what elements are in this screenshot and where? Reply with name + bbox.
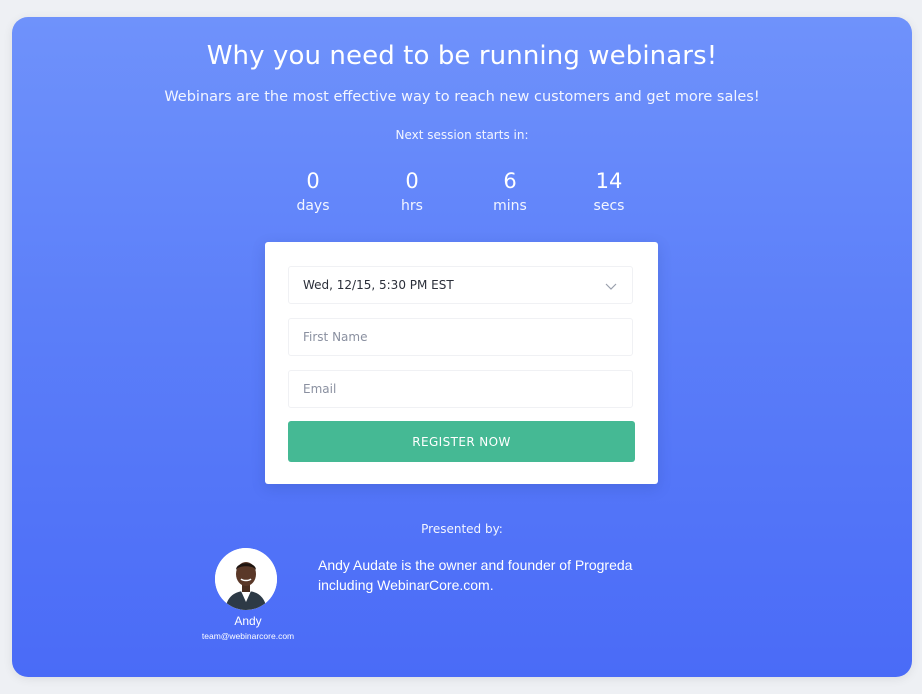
chevron-down-icon	[605, 283, 617, 290]
presented-by-heading: Presented by:	[421, 522, 503, 536]
email-input[interactable]	[303, 382, 618, 396]
countdown-hours-label: hrs	[401, 198, 423, 214]
register-button[interactable]: REGISTER NOW	[288, 421, 635, 462]
countdown-minutes: 6 mins	[465, 169, 555, 214]
email-field[interactable]	[288, 370, 633, 408]
countdown-timer: 0 days 0 hrs 6 mins 14 secs	[265, 169, 659, 229]
countdown-seconds-label: secs	[593, 198, 625, 214]
countdown-days-value: 0	[306, 169, 320, 193]
countdown-seconds-value: 14	[595, 169, 623, 193]
registration-form: Wed, 12/15, 5:30 PM EST REGISTER NOW	[265, 242, 658, 484]
presenter-photo	[215, 548, 277, 610]
session-select-value: Wed, 12/15, 5:30 PM EST	[303, 278, 454, 292]
presenter-bio: Andy Audate is the owner and founder of …	[318, 557, 633, 593]
next-session-label: Next session starts in:	[395, 128, 529, 142]
first-name-input[interactable]	[303, 330, 618, 344]
page-subtitle: Webinars are the most effective way to r…	[164, 89, 760, 105]
countdown-days-label: days	[296, 198, 330, 214]
countdown-minutes-value: 6	[503, 169, 517, 193]
countdown-hours-value: 0	[405, 169, 419, 193]
first-name-field[interactable]	[288, 318, 633, 356]
session-select[interactable]: Wed, 12/15, 5:30 PM EST	[288, 266, 633, 304]
countdown-days: 0 days	[268, 169, 358, 214]
presenter-name: Andy	[234, 614, 262, 628]
countdown-seconds: 14 secs	[564, 169, 654, 214]
countdown-hours: 0 hrs	[367, 169, 457, 214]
avatar	[215, 548, 277, 610]
countdown-minutes-label: mins	[493, 198, 527, 214]
page-title: Why you need to be running webinars!	[206, 41, 718, 71]
webinar-registration-card: Why you need to be running webinars! Web…	[12, 17, 912, 677]
presenter-email: team@webinarcore.com	[201, 631, 295, 641]
